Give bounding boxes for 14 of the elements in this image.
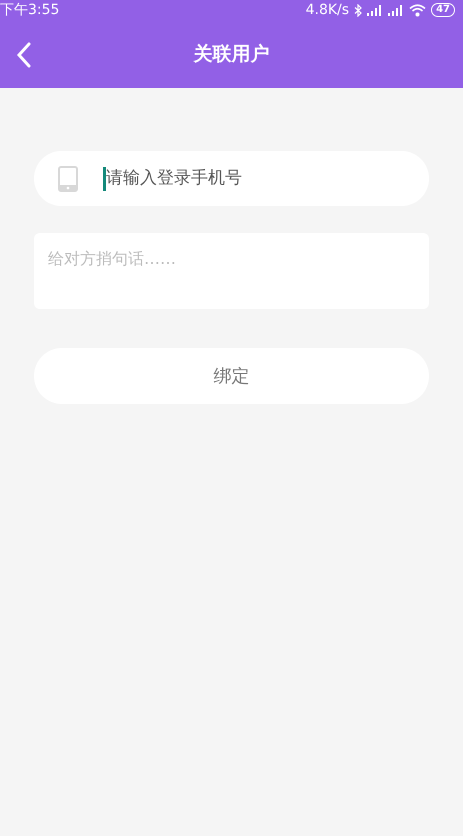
phone-icon — [58, 166, 78, 192]
back-icon — [16, 42, 32, 68]
battery-indicator: 47 — [431, 3, 455, 17]
status-time: 下午3:55 — [0, 0, 60, 20]
network-speed: 4.8K/s — [306, 0, 350, 20]
page-title: 关联用户 — [194, 42, 270, 67]
signal-icon — [367, 4, 384, 16]
signal-icon — [388, 4, 404, 16]
wifi-icon — [409, 4, 426, 16]
phone-input[interactable]: 请输入登录手机号 — [106, 166, 429, 192]
bluetooth-icon — [354, 4, 362, 16]
phone-field[interactable]: 请输入登录手机号 — [34, 151, 429, 206]
bind-button[interactable]: 绑定 — [34, 348, 429, 404]
message-field[interactable]: 给对方捎句话…… — [34, 233, 429, 309]
